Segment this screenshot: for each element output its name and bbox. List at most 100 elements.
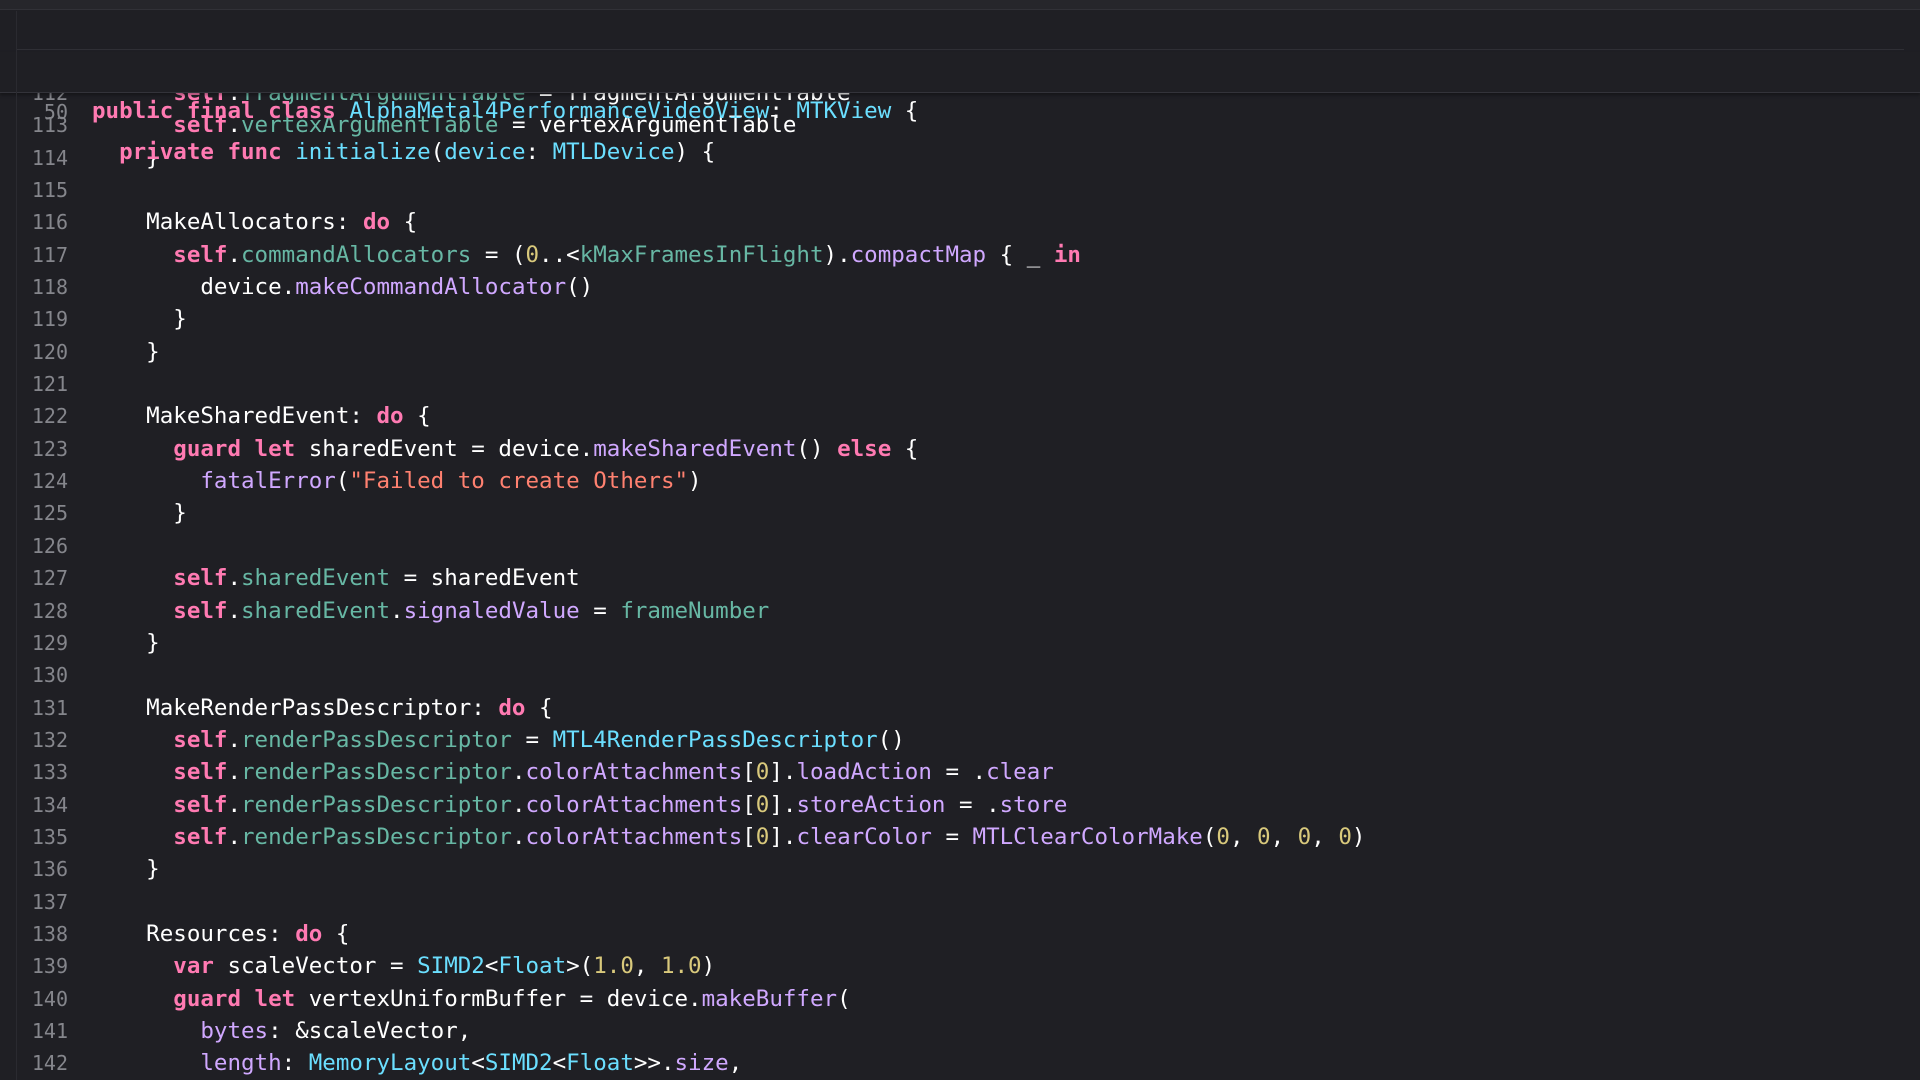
code-token: self (173, 759, 228, 786)
line-number: 133 (31, 760, 68, 785)
line-code: fatalError("Failed to create Others") (92, 465, 702, 497)
line-code: Resources: do { (92, 918, 349, 950)
code-token: makeBuffer (701, 985, 838, 1012)
code-token: ( (837, 985, 851, 1012)
line-number: 141 (31, 1018, 68, 1043)
code-line[interactable]: 130 (0, 659, 1920, 691)
code-line[interactable]: 127 self.sharedEvent = sharedEvent (0, 562, 1920, 594)
sticky-header-class[interactable]: 18 public final class AlphaMetal4Perform… (0, 11, 1920, 124)
code-token: length (200, 1050, 282, 1077)
code-line[interactable]: 119 } (0, 303, 1920, 335)
code-token: { (525, 694, 553, 721)
code-token: . (227, 823, 242, 850)
code-token: . (227, 241, 242, 268)
line-number: 119 (31, 307, 68, 332)
code-line[interactable]: 135 self.renderPassDescriptor.colorAttac… (0, 821, 1920, 853)
code-token: [ (742, 791, 756, 818)
code-token: { (322, 920, 350, 947)
code-line[interactable]: 131 MakeRenderPassDescriptor: do { (0, 692, 1920, 724)
code-token: () (796, 435, 838, 462)
code-editor[interactable]: 18 public final class AlphaMetal4Perform… (0, 0, 1920, 1080)
code-token: MemoryLayout (308, 1050, 472, 1077)
code-token: : &scaleVector, (268, 1017, 472, 1044)
code-line[interactable]: 140 guard let vertexUniformBuffer = devi… (0, 983, 1920, 1015)
code-token: = (931, 823, 973, 850)
code-line[interactable]: 141 bytes: &scaleVector, (0, 1015, 1920, 1047)
code-token: fatalError (200, 468, 336, 495)
code-token: MTLDevice (552, 139, 675, 165)
code-line[interactable]: 118 device.makeCommandAllocator() (0, 271, 1920, 303)
code-token: MTLClearColorMake (972, 823, 1203, 850)
code-token: . (511, 823, 526, 850)
code-line[interactable]: 142 length: MemoryLayout<SIMD2<Float>>.s… (0, 1047, 1920, 1079)
sticky-code: private func initialize(device: MTLDevic… (92, 132, 715, 172)
code-token: . (511, 759, 526, 786)
code-line[interactable]: 116 MakeAllocators: do { (0, 206, 1920, 238)
code-token: = sharedEvent (390, 565, 580, 592)
code-line[interactable]: 125 } (0, 497, 1920, 529)
code-token: private func (119, 139, 296, 165)
code-token: sharedEvent (241, 597, 391, 624)
code-line[interactable]: 134 self.renderPassDescriptor.colorAttac… (0, 789, 1920, 821)
code-token: do (295, 920, 323, 947)
code-token: AlphaMetal4PerformanceVideoView (349, 98, 770, 124)
code-token: MakeRenderPassDescriptor: (92, 694, 499, 721)
code-token: colorAttachments (525, 759, 743, 786)
line-code: guard let sharedEvent = device.makeShare… (92, 433, 918, 465)
line-number: 50 (43, 100, 68, 124)
code-token: 0 (1338, 823, 1352, 850)
code-token: ]. (769, 759, 797, 786)
code-token: initialize (295, 139, 431, 165)
code-token: 0 (525, 241, 540, 268)
code-token: loadAction (796, 759, 932, 786)
line-code: self.renderPassDescriptor = MTL4RenderPa… (92, 724, 905, 756)
code-token: ) (688, 468, 702, 495)
code-token: [ (742, 823, 756, 850)
code-line[interactable]: 117 self.commandAllocators = (0..<kMaxFr… (0, 239, 1920, 271)
code-line[interactable]: 139 var scaleVector = SIMD2<Float>(1.0, … (0, 950, 1920, 982)
code-line[interactable]: 132 self.renderPassDescriptor = MTL4Rend… (0, 724, 1920, 756)
code-line[interactable]: 138 Resources: do { (0, 918, 1920, 950)
code-token: , (1229, 823, 1258, 850)
code-line[interactable]: 128 self.sharedEvent.signaledValue = fra… (0, 595, 1920, 627)
code-token: ( (430, 139, 445, 165)
code-line[interactable]: 121 (0, 368, 1920, 400)
line-number: 128 (31, 598, 68, 623)
line-code: self.renderPassDescriptor.colorAttachmen… (92, 756, 1054, 788)
line-number: 124 (31, 469, 68, 494)
code-line[interactable]: 136 } (0, 853, 1920, 885)
line-number: 134 (31, 792, 68, 817)
line-number: 125 (31, 501, 68, 526)
code-token: < (552, 1050, 567, 1077)
code-token: clear (986, 759, 1054, 786)
code-token: { (390, 209, 418, 236)
line-number: 130 (31, 663, 68, 688)
sticky-header-function[interactable]: 50 private func initialize(device: MTLDe… (0, 52, 1920, 165)
code-token: else (837, 435, 892, 462)
code-token: MakeSharedEvent: (92, 403, 377, 430)
code-token: ]. (769, 791, 797, 818)
code-token: self (173, 565, 228, 592)
code-line[interactable]: 120 } (0, 336, 1920, 368)
code-line[interactable]: 124 fatalError("Failed to create Others"… (0, 465, 1920, 497)
line-code: length: MemoryLayout<SIMD2<Float>>.size, (92, 1047, 742, 1079)
code-token: () (566, 274, 594, 301)
code-line[interactable]: 122 MakeSharedEvent: do { (0, 400, 1920, 432)
code-line[interactable]: 115 (0, 174, 1920, 206)
code-token: ( (1202, 823, 1217, 850)
code-line[interactable]: 137 (0, 886, 1920, 918)
code-token: . (227, 597, 242, 624)
code-token: , (1270, 823, 1298, 850)
code-lines: 112 self.fragmentArgumentTable = fragmen… (0, 77, 1920, 1080)
line-code: self.sharedEvent = sharedEvent (92, 562, 580, 594)
code-line[interactable]: 123 guard let sharedEvent = device.makeS… (0, 433, 1920, 465)
gutter-divider (16, 11, 17, 1080)
code-token: device (444, 139, 526, 165)
code-token: } (92, 338, 160, 365)
code-line[interactable]: 133 self.renderPassDescriptor.colorAttac… (0, 756, 1920, 788)
line-code: self.renderPassDescriptor.colorAttachmen… (92, 821, 1365, 853)
code-line[interactable]: 126 (0, 530, 1920, 562)
code-line[interactable]: 129 } (0, 627, 1920, 659)
code-token: makeCommandAllocator (295, 274, 567, 301)
